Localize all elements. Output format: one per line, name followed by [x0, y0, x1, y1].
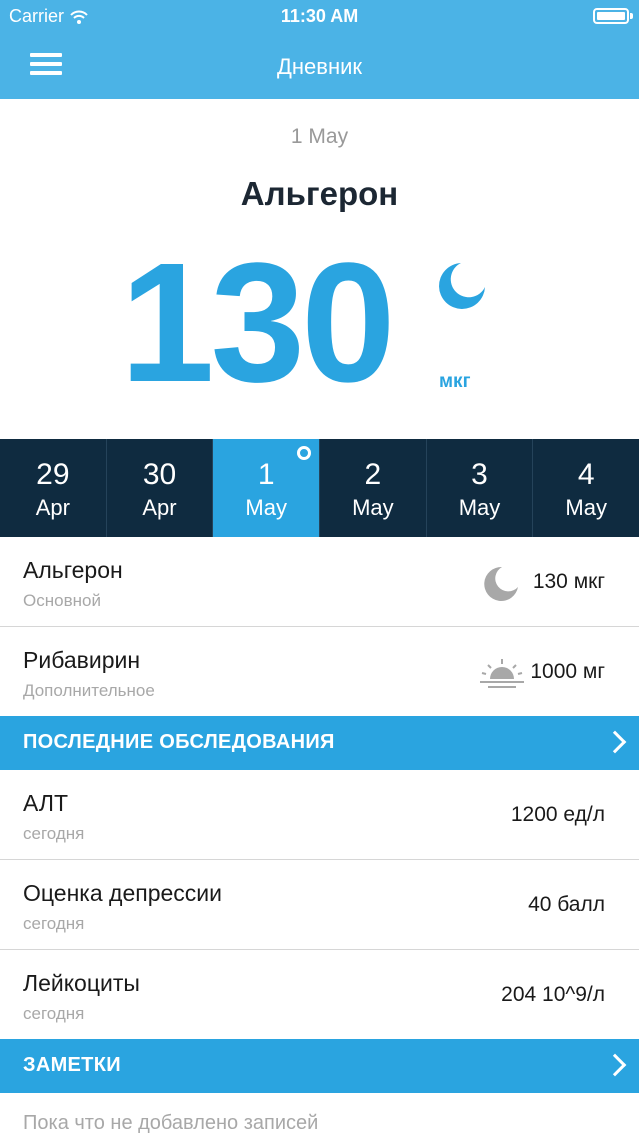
med-name: Альгерон	[23, 557, 123, 583]
moon-icon	[439, 263, 485, 309]
med-row-algeron[interactable]: Альгерон Основной 130 мкг	[0, 537, 639, 627]
day-month: May	[458, 495, 501, 520]
exams-section-header[interactable]: ПОСЛЕДНИЕ ОБСЛЕДОВАНИЯ	[0, 716, 639, 770]
med-dose: 130 мкг	[532, 570, 605, 593]
day-number: 4	[577, 458, 595, 491]
exam-name: Лейкоциты	[23, 970, 140, 996]
day-number: 3	[471, 458, 488, 491]
moon-icon	[484, 566, 518, 601]
day-29-apr[interactable]: 29 Apr	[0, 439, 107, 537]
exam-row-depression[interactable]: Оценка депрессии сегодня 40 балл	[0, 860, 639, 950]
day-month: Apr	[35, 495, 70, 520]
nav-header: Carrier 11:30 AM Дневник	[0, 0, 639, 99]
exam-value: 40 балл	[528, 893, 605, 916]
dose-unit: мкг	[439, 371, 471, 392]
day-number: 2	[364, 458, 382, 491]
chevron-right-icon	[603, 1053, 627, 1077]
exam-row-alt[interactable]: АЛТ сегодня 1200 ед/л	[0, 770, 639, 860]
med-name: Рибавирин	[23, 647, 141, 673]
day-3-may[interactable]: 3 May	[427, 439, 534, 537]
day-number: 29	[36, 458, 70, 491]
exam-date: сегодня	[23, 824, 85, 843]
day-30-apr[interactable]: 30 Apr	[107, 439, 214, 537]
med-type: Дополнительное	[23, 681, 155, 700]
exam-value: 204 10^9/л	[501, 983, 605, 1006]
day-number: 30	[142, 458, 177, 491]
day-1-may[interactable]: 1 May	[213, 439, 321, 537]
med-row-ribavirin[interactable]: Рибавирин Дополнительное 1000 мг	[0, 627, 639, 717]
battery-icon	[593, 8, 633, 24]
section-title: ПОСЛЕДНИЕ ОБСЛЕДОВАНИЯ	[23, 731, 335, 753]
selected-date: 1 May	[290, 125, 349, 148]
exam-row-leukocytes[interactable]: Лейкоциты сегодня 204 10^9/л	[0, 950, 639, 1040]
day-month: May	[352, 495, 394, 520]
today-indicator-icon	[297, 446, 312, 460]
sunrise-icon	[480, 659, 524, 688]
day-number: 1	[257, 458, 275, 491]
status-bar: Carrier 11:30 AM	[0, 0, 639, 34]
dose-value: 130	[120, 228, 396, 418]
day-2-may[interactable]: 2 May	[320, 439, 427, 537]
dose-summary: 1 May Альгерон 130 мкг	[0, 99, 639, 439]
exam-name: АЛТ	[23, 790, 68, 816]
med-dose: 1000 мг	[530, 660, 605, 683]
section-title: ЗАМЕТКИ	[23, 1054, 121, 1076]
day-4-may[interactable]: 4 May	[533, 439, 639, 537]
exam-date: сегодня	[23, 914, 85, 933]
chevron-right-icon	[603, 730, 627, 754]
day-selector: 29 Apr 30 Apr 1 May 2 May 3 May 4 May	[0, 439, 639, 537]
med-type: Основной	[23, 591, 101, 610]
day-month: May	[565, 495, 607, 520]
exam-date: сегодня	[23, 1004, 85, 1023]
day-month: Apr	[142, 495, 177, 520]
exam-name: Оценка депрессии	[23, 880, 222, 906]
status-time: 11:30 AM	[280, 6, 359, 26]
main-drug-name: Альгерон	[240, 175, 399, 212]
notes-section-header[interactable]: ЗАМЕТКИ	[0, 1039, 639, 1093]
day-month: May	[245, 495, 287, 520]
exam-value: 1200 ед/л	[510, 803, 605, 826]
page-title: Дневник	[276, 54, 363, 79]
notes-empty-text: Пока что не добавлено записей	[23, 1112, 319, 1134]
